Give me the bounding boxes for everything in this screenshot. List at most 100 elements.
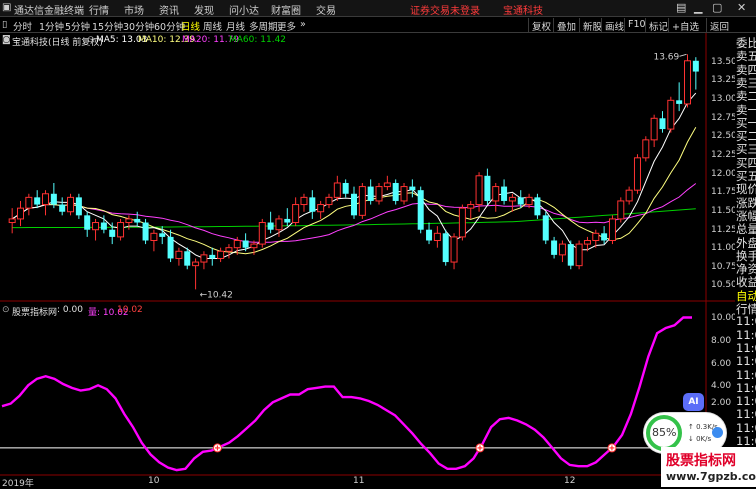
candle-body bbox=[375, 186, 383, 202]
candle-body bbox=[267, 222, 274, 230]
speed-accelerate-icon[interactable] bbox=[712, 427, 723, 438]
candle-body bbox=[426, 229, 433, 241]
candle-body bbox=[300, 196, 308, 206]
tab-more[interactable]: 更多 bbox=[277, 19, 296, 33]
candle-body bbox=[150, 232, 158, 241]
candle-body bbox=[275, 218, 283, 231]
tab-1min[interactable]: 1分钟 bbox=[39, 19, 64, 33]
date-label: 12 bbox=[564, 476, 576, 486]
indicator-settings-icon[interactable]: ⊙ bbox=[2, 305, 10, 315]
window-stock-name: 宝通科技 bbox=[503, 6, 543, 17]
candle-body bbox=[309, 197, 316, 212]
menu-zixun[interactable]: 资讯 bbox=[159, 2, 179, 17]
candle-body bbox=[333, 182, 341, 198]
candle-body bbox=[358, 186, 366, 216]
price-tick: 11.50 bbox=[711, 206, 737, 216]
download-speed-value: 0K/s bbox=[696, 435, 712, 443]
price-tick: 11.00 bbox=[711, 243, 737, 253]
tab-15min[interactable]: 15分钟 bbox=[92, 19, 123, 33]
candle-body bbox=[200, 254, 208, 263]
candle-body bbox=[17, 207, 25, 220]
date-label: 10 bbox=[148, 476, 160, 486]
btn-diejia[interactable]: 叠加 bbox=[553, 18, 579, 33]
price-tick: 13.50 bbox=[711, 57, 737, 67]
candle-body bbox=[25, 196, 33, 209]
candle-body bbox=[551, 240, 558, 255]
side-panel-item: 11:0 bbox=[736, 327, 756, 342]
candle-body bbox=[683, 60, 691, 105]
side-panel-item: 11:0 bbox=[736, 354, 756, 369]
candle-body bbox=[159, 233, 166, 237]
candle-body bbox=[400, 186, 408, 202]
high-price-label: 13.69 bbox=[653, 52, 679, 62]
candle-body bbox=[350, 193, 358, 216]
maximize-icon[interactable]: ▢ bbox=[712, 1, 722, 14]
candle-body bbox=[392, 182, 399, 201]
candle-body bbox=[542, 215, 549, 241]
price-tick: 11.75 bbox=[711, 187, 737, 197]
price-tick: 12.00 bbox=[711, 169, 737, 179]
candle-body bbox=[608, 218, 616, 241]
candle-body bbox=[50, 193, 57, 205]
ma-settings-icon[interactable]: ⊙ bbox=[87, 35, 95, 45]
login-notice[interactable]: 证券交易未登录 bbox=[410, 2, 480, 17]
btn-zixuan[interactable]: +自选 bbox=[668, 18, 702, 33]
panel-toggle-icon[interactable]: ▯ bbox=[2, 19, 7, 30]
candle-body bbox=[367, 186, 374, 201]
menu-faxian[interactable]: 发现 bbox=[194, 2, 214, 17]
indicator-line bbox=[1, 316, 692, 472]
price-tick: 12.50 bbox=[711, 131, 737, 141]
price-tick: 12.25 bbox=[711, 150, 737, 160]
menu-hangqing[interactable]: 行情 bbox=[89, 2, 109, 17]
menu-wenxiaoda[interactable]: 问小达 bbox=[229, 2, 259, 17]
date-axis: 2019年 10 11 12 bbox=[0, 476, 735, 489]
tab-multi-period[interactable]: 多周期 bbox=[249, 19, 278, 33]
candle-body bbox=[217, 250, 225, 259]
candle-body bbox=[75, 197, 82, 216]
tab-daily[interactable]: 日线 bbox=[181, 19, 200, 33]
ma60-label: MA60: 11.42 bbox=[229, 35, 287, 45]
kline-chart[interactable]: 13.69 ←10.42 bbox=[0, 33, 735, 476]
candle-body bbox=[592, 232, 600, 241]
btn-fuquan[interactable]: 复权 bbox=[528, 18, 554, 33]
candle-body bbox=[184, 251, 191, 266]
price-tick: 13.25 bbox=[711, 75, 737, 85]
tab-weekly[interactable]: 周线 bbox=[203, 19, 222, 33]
app-logo-icon: ▣ bbox=[2, 2, 12, 13]
minimize-icon[interactable]: ▁ bbox=[694, 1, 702, 14]
candle-body bbox=[484, 175, 491, 201]
tab-fenshi[interactable]: 分时 bbox=[13, 19, 32, 33]
more-chevron-icon[interactable]: » bbox=[300, 19, 306, 30]
app-title: 通达信金融终端 bbox=[14, 6, 84, 17]
watermark: 股票指标网 www.7gpzb.com bbox=[661, 447, 756, 487]
tab-monthly[interactable]: 月线 bbox=[226, 19, 245, 33]
candle-body bbox=[517, 197, 524, 205]
candle-body bbox=[284, 218, 291, 223]
candle-body bbox=[134, 218, 141, 223]
indicator-name: 股票指标网 bbox=[12, 308, 58, 318]
candle-body bbox=[525, 196, 533, 206]
menu-shichang[interactable]: 市场 bbox=[124, 2, 144, 17]
candle-body bbox=[109, 229, 116, 237]
price-tick: 10.50 bbox=[711, 280, 737, 290]
candle-body bbox=[450, 236, 458, 263]
candle-body bbox=[175, 250, 183, 259]
indicator-tick: 10.00 bbox=[711, 313, 737, 323]
menu-jiaoyi[interactable]: 交易 bbox=[316, 2, 336, 17]
candle-body bbox=[567, 244, 574, 266]
candle-body bbox=[167, 236, 174, 259]
tab-30min[interactable]: 30分钟 bbox=[123, 19, 154, 33]
side-panel-item: 11:0 bbox=[736, 340, 756, 355]
low-price-label: ←10.42 bbox=[200, 290, 233, 300]
period-toolbar: ▯ 分时 1分钟 5分钟 15分钟 30分钟 60分钟 日线 周线 月线 多周期… bbox=[0, 17, 756, 33]
tab-5min[interactable]: 5分钟 bbox=[65, 19, 90, 33]
candle-body bbox=[258, 222, 266, 245]
skin-icon[interactable]: ▤ bbox=[676, 1, 686, 14]
candle-body bbox=[84, 215, 91, 230]
close-icon[interactable]: ✕ bbox=[737, 1, 746, 14]
indicator-header: ⊙ 股票指标网 : 0.00 量: 10.02 10.02 bbox=[0, 304, 700, 318]
ai-assistant-button[interactable]: AI bbox=[683, 393, 704, 411]
menu-caifuquan[interactable]: 财富圈 bbox=[271, 2, 301, 17]
candle-body bbox=[433, 232, 441, 241]
btn-fanhui[interactable]: 返回 bbox=[706, 18, 732, 33]
